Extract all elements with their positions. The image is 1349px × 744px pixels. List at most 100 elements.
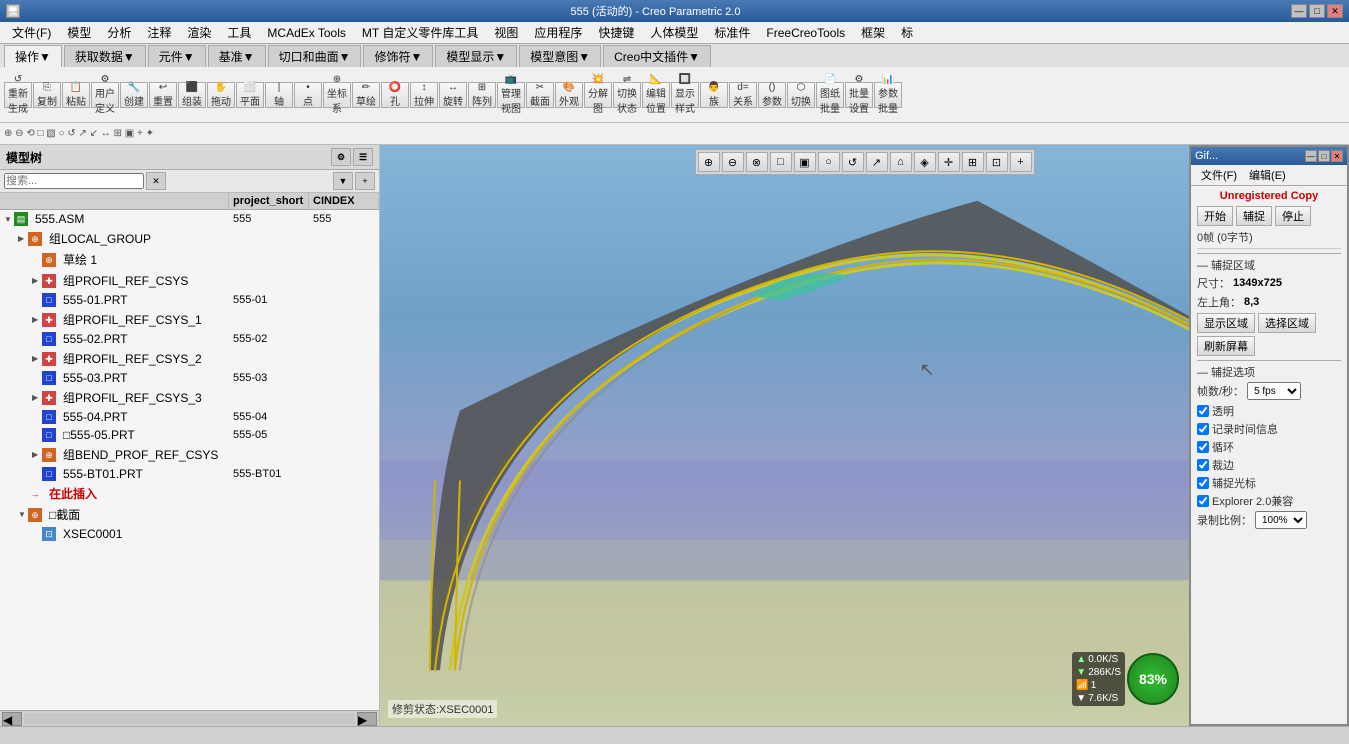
- toolbar-btn-切换[interactable]: ⬡切换: [787, 82, 815, 108]
- gif-edit-menu[interactable]: 编辑(E): [1243, 166, 1292, 184]
- toolbar-item-复制[interactable]: ⎘复制: [37, 82, 57, 108]
- vp-circle[interactable]: ○: [818, 152, 840, 172]
- gif-checkbox-裁边[interactable]: [1197, 459, 1209, 471]
- toolbar-btn-管理视图[interactable]: 📺管理视图: [497, 82, 525, 108]
- toolbar-item-拖动[interactable]: ✋拖动: [211, 82, 231, 108]
- toolbar-item-切换状态[interactable]: ⇌切换状态: [614, 74, 640, 115]
- toolbar-btn-参数[interactable]: ()参数: [758, 82, 786, 108]
- app-icon[interactable]: 🖥: [6, 4, 20, 18]
- gif-start-button[interactable]: 开始: [1197, 206, 1233, 226]
- menu-item-[interactable]: 标准件: [706, 22, 758, 43]
- toolbar-btn-切换状态[interactable]: ⇌切换状态: [613, 82, 641, 108]
- vp-view[interactable]: ◈: [914, 152, 936, 172]
- tree-row[interactable]: □555-02.PRT555-02: [0, 330, 379, 348]
- toolbar-item-分解图[interactable]: 💥分解图: [585, 74, 611, 115]
- vp-rotate[interactable]: ↺: [842, 152, 864, 172]
- close-button[interactable]: ✕: [1327, 4, 1343, 18]
- toolbar-btn-旋转[interactable]: ↔旋转: [439, 82, 467, 108]
- toolbar-item-坐标系[interactable]: ⊕坐标系: [324, 74, 350, 115]
- gif-file-menu[interactable]: 文件(F): [1195, 166, 1243, 184]
- toolbar-item-截面[interactable]: ✂截面: [530, 82, 550, 108]
- scroll-right-btn[interactable]: ▶: [357, 712, 377, 726]
- minimize-button[interactable]: —: [1291, 4, 1307, 18]
- menu-item-[interactable]: 标: [893, 22, 921, 43]
- menu-item-[interactable]: 分析: [99, 22, 139, 43]
- toolbar-item-显示样式[interactable]: 🔲显示样式: [672, 74, 698, 115]
- toolbar-item-编辑位置[interactable]: 📐编辑位置: [643, 74, 669, 115]
- tree-row[interactable]: ▶⊕组BEND_PROF_REF_CSYS: [0, 444, 379, 465]
- toolbar-item-参数[interactable]: ()参数: [762, 82, 782, 108]
- tree-view-button[interactable]: ☰: [353, 148, 373, 166]
- menu-item-[interactable]: 人体模型: [642, 22, 706, 43]
- gif-close[interactable]: ✕: [1331, 150, 1343, 162]
- gif-checkbox-透明[interactable]: [1197, 405, 1209, 417]
- select-region-button[interactable]: 选择区域: [1258, 313, 1316, 333]
- vp-rect[interactable]: □: [770, 152, 792, 172]
- tree-search-input[interactable]: [4, 173, 144, 189]
- toolbar-item-孔[interactable]: ⭕孔: [389, 82, 401, 108]
- vp-options[interactable]: ⊡: [986, 152, 1008, 172]
- toolbar-btn-编辑位置[interactable]: 📐编辑位置: [642, 82, 670, 108]
- gif-checkbox-循环[interactable]: [1197, 441, 1209, 453]
- tree-row[interactable]: →在此插入: [0, 483, 379, 504]
- tree-row[interactable]: □555-BT01.PRT555-BT01: [0, 465, 379, 483]
- tree-row[interactable]: ▶✚组PROFIL_REF_CSYS_1: [0, 309, 379, 330]
- toolbar-tab-5[interactable]: 修饰符▼: [363, 45, 433, 67]
- toolbar-btn-草绘[interactable]: ✏草绘: [352, 82, 380, 108]
- tree-row[interactable]: □□555-05.PRT555-05: [0, 426, 379, 444]
- tree-settings-button[interactable]: ⚙: [331, 148, 351, 166]
- toolbar-item-重新生成[interactable]: ↺重新生成: [5, 74, 31, 115]
- toolbar-item-管理视图[interactable]: 📺管理视图: [498, 74, 524, 115]
- toolbar-item-创建[interactable]: 🔧创建: [124, 82, 144, 108]
- toolbar-tab-0[interactable]: 操作▼: [4, 45, 62, 67]
- vp-home[interactable]: ⌂: [890, 152, 912, 172]
- maximize-button[interactable]: □: [1309, 4, 1325, 18]
- toolbar-item-批量设置[interactable]: ⚙批量设置: [846, 74, 872, 115]
- refresh-button[interactable]: 刷新屏幕: [1197, 336, 1255, 356]
- tree-row[interactable]: ⊡XSEC0001: [0, 525, 379, 543]
- vp-rect2[interactable]: ▣: [794, 152, 816, 172]
- tree-row[interactable]: □555-04.PRT555-04: [0, 408, 379, 426]
- menu-item-[interactable]: 框架: [853, 22, 893, 43]
- vp-zoom-out[interactable]: ⊖: [722, 152, 744, 172]
- toolbar-item-草绘[interactable]: ✏草绘: [356, 82, 376, 108]
- toolbar-btn-孔[interactable]: ⭕孔: [381, 82, 409, 108]
- toolbar-item-点[interactable]: •点: [303, 82, 313, 108]
- menu-item-mt[interactable]: MT 自定义零件库工具: [354, 22, 486, 43]
- fps-select[interactable]: 5 fps 1 fps 2 fps 10 fps 15 fps 20 fps: [1247, 382, 1301, 400]
- toolbar-btn-批量设置[interactable]: ⚙批量设置: [845, 82, 873, 108]
- toolbar-item-平面[interactable]: ⬜平面: [240, 82, 260, 108]
- scroll-left-btn[interactable]: ◀: [2, 712, 22, 726]
- toolbar-item-重置[interactable]: ↩重置: [153, 82, 173, 108]
- gif-checkbox-Explorer 2.0兼容[interactable]: [1197, 495, 1209, 507]
- toolbar-item-图纸批量[interactable]: 📄图纸批量: [817, 74, 843, 115]
- toolbar-tab-3[interactable]: 基准▼: [208, 45, 266, 67]
- toolbar-btn-阵列[interactable]: ⊞阵列: [468, 82, 496, 108]
- toolbar-item-阵列[interactable]: ⊞阵列: [472, 82, 492, 108]
- toolbar-btn-重置[interactable]: ↩重置: [149, 82, 177, 108]
- toolbar-btn-拖动[interactable]: ✋拖动: [207, 82, 235, 108]
- menu-item-[interactable]: 视图: [486, 22, 526, 43]
- toolbar-btn-轴[interactable]: |轴: [265, 82, 293, 108]
- menu-item-f[interactable]: 文件(F): [4, 22, 59, 43]
- vp-fit[interactable]: ⊗: [746, 152, 768, 172]
- toolbar-item-用户定义[interactable]: ⚙用户定义: [92, 74, 118, 115]
- toolbar-btn-关系[interactable]: d=关系: [729, 82, 757, 108]
- scroll-track[interactable]: [24, 713, 355, 725]
- tree-row[interactable]: ▶✚组PROFIL_REF_CSYS_3: [0, 387, 379, 408]
- tree-expand-button[interactable]: +: [355, 172, 375, 190]
- gif-stop-button[interactable]: 停止: [1275, 206, 1311, 226]
- vp-zoom-in[interactable]: ⊕: [698, 152, 720, 172]
- toolbar-btn-族[interactable]: 👨族: [700, 82, 728, 108]
- menu-item-[interactable]: 应用程序: [526, 22, 590, 43]
- menu-item-[interactable]: 注释: [139, 22, 179, 43]
- vp-pan[interactable]: ↗: [866, 152, 888, 172]
- toolbar-btn-重新生成[interactable]: ↺重新生成: [4, 82, 32, 108]
- toolbar-btn-平面[interactable]: ⬜平面: [236, 82, 264, 108]
- toolbar-item-关系[interactable]: d=关系: [733, 82, 753, 108]
- toolbar-btn-用户定义[interactable]: ⚙用户定义: [91, 82, 119, 108]
- toolbar-btn-坐标系[interactable]: ⊕坐标系: [323, 82, 351, 108]
- toolbar-tab-2[interactable]: 元件▼: [148, 45, 206, 67]
- gif-maximize[interactable]: □: [1318, 150, 1330, 162]
- vp-cross[interactable]: ✛: [938, 152, 960, 172]
